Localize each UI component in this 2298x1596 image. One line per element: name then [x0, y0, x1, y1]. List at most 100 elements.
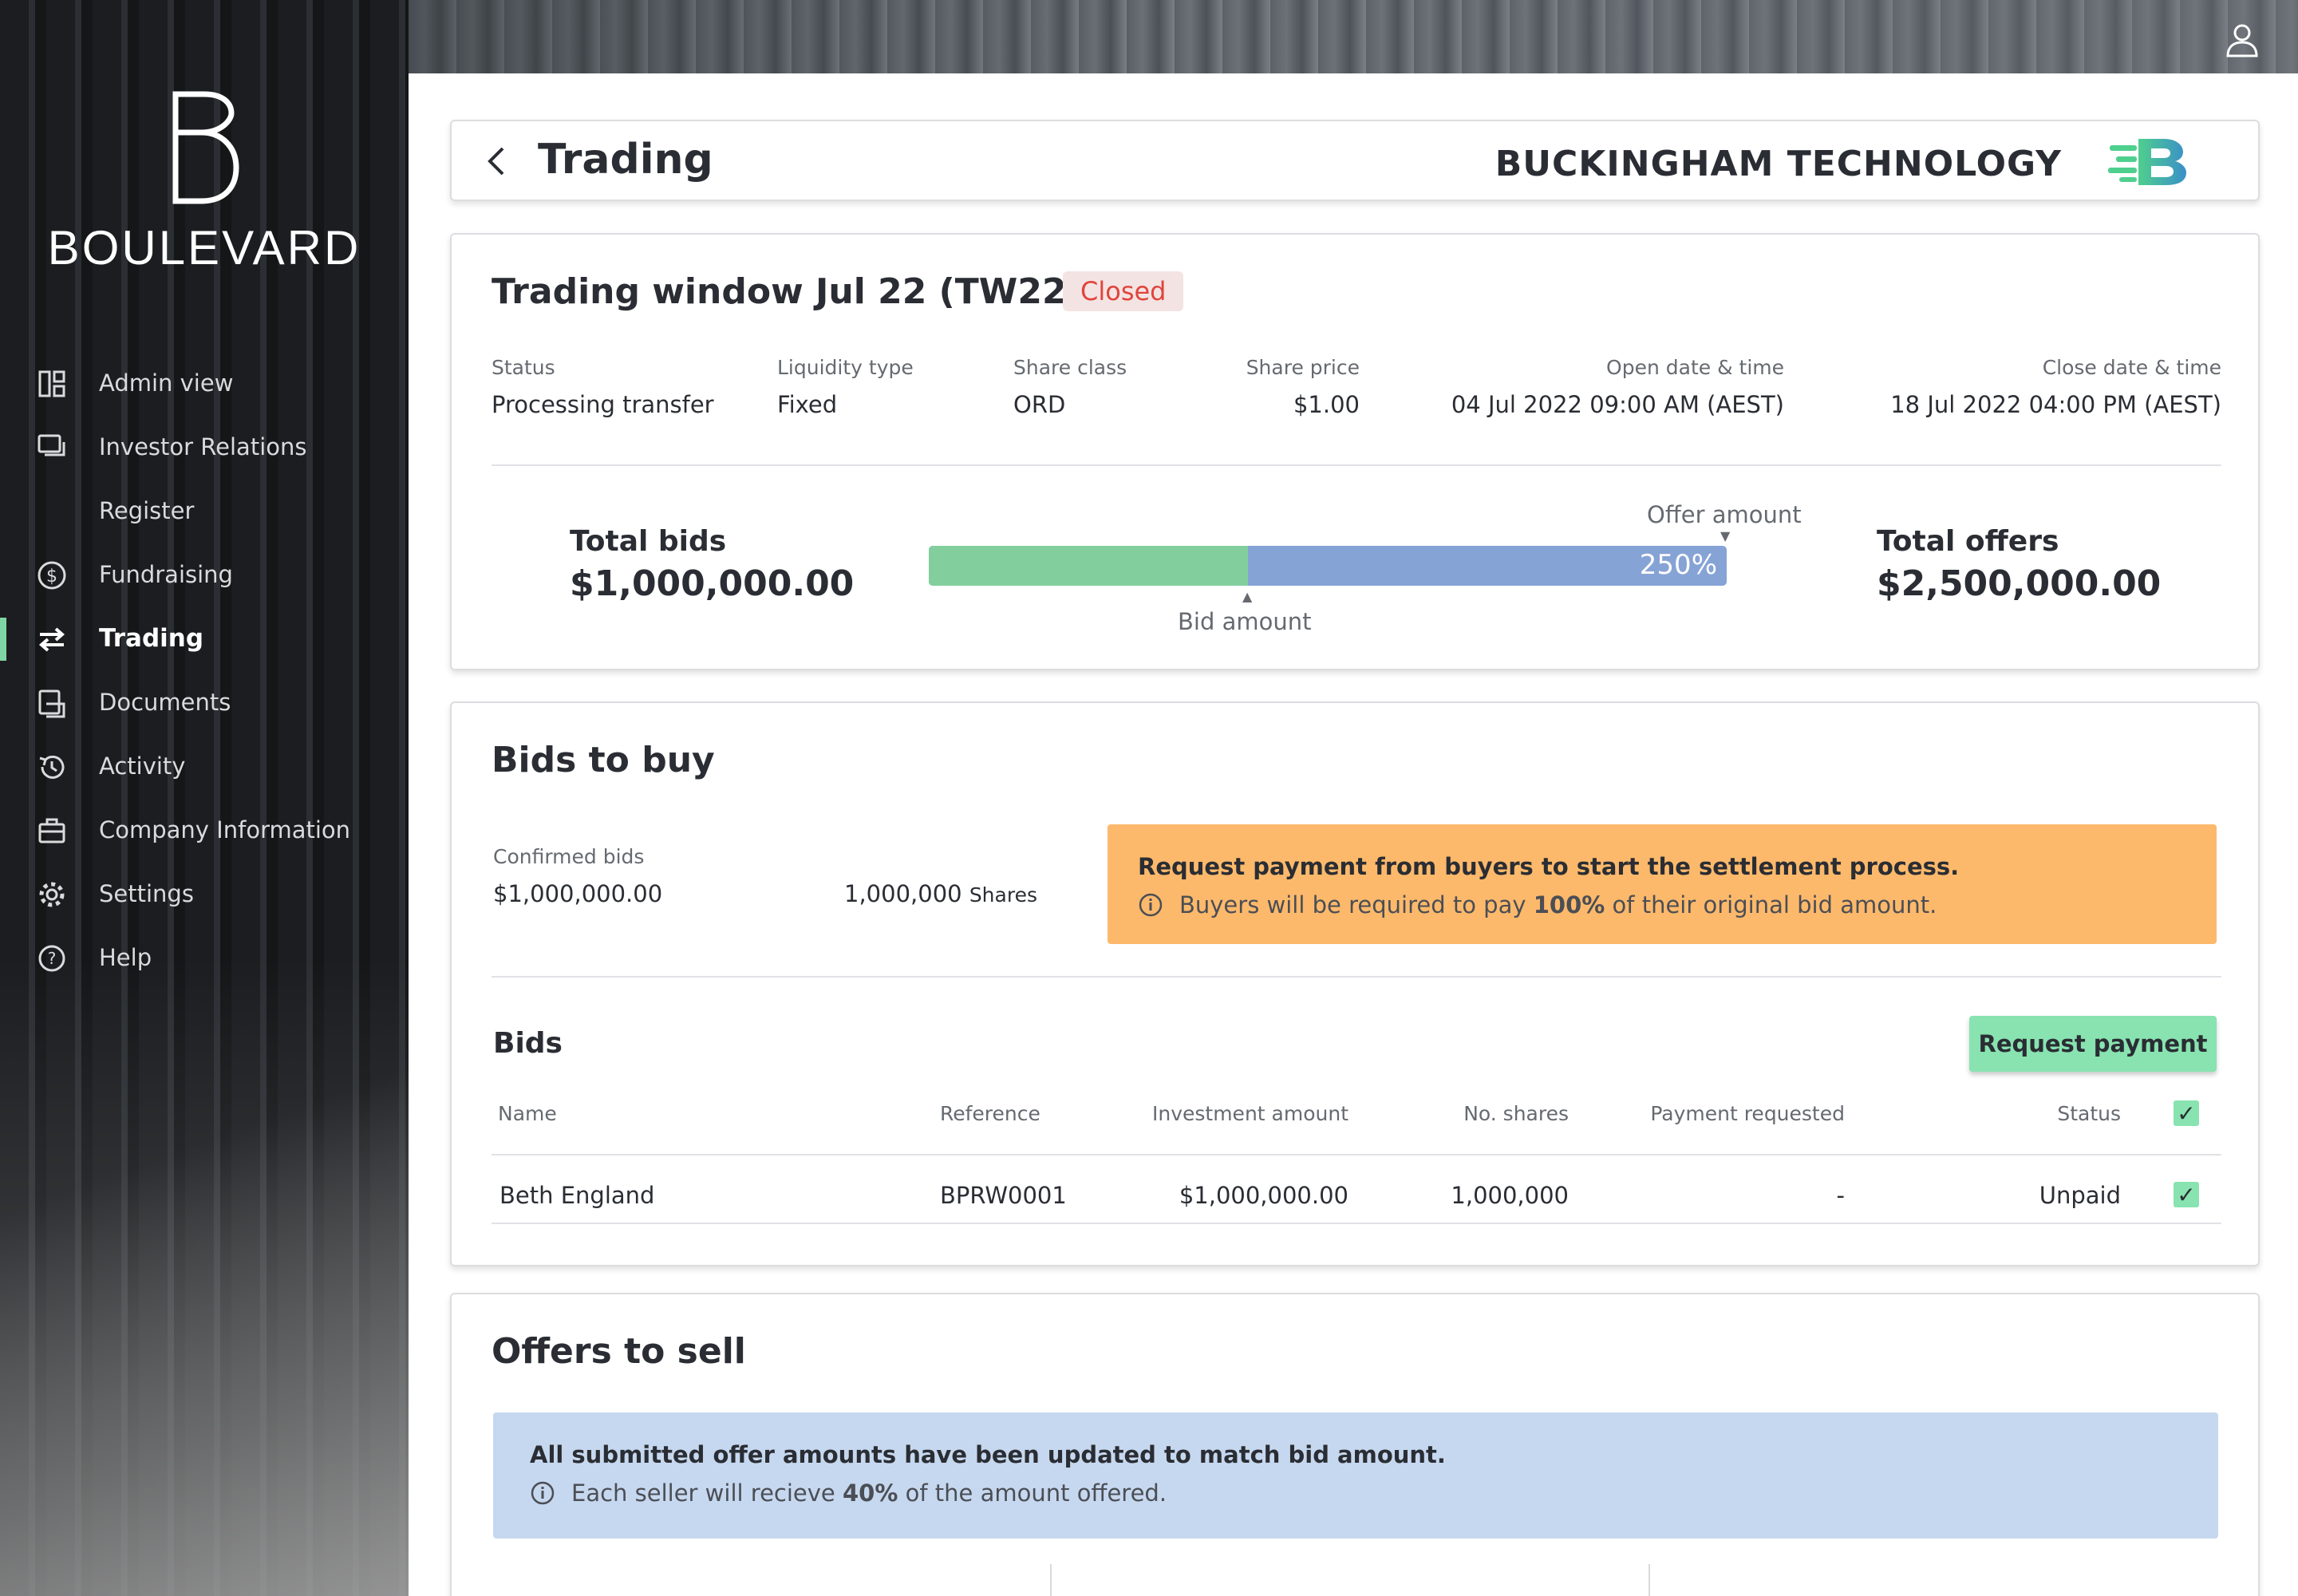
confirmed-shares: 1,000,000 Shares: [844, 880, 1037, 907]
briefcase-icon: [38, 818, 65, 843]
dollar-icon: $: [38, 561, 66, 590]
sidebar-item-activity[interactable]: Activity: [0, 734, 409, 798]
chat-icon: [38, 434, 65, 456]
bid-offer-ratio-bar: 250%: [929, 546, 1727, 586]
request-payment-button[interactable]: Request payment: [1969, 1016, 2217, 1072]
bid-name: Beth England: [499, 1182, 655, 1209]
status-badge: Closed: [1063, 271, 1184, 311]
back-arrow-icon[interactable]: [482, 145, 514, 177]
payment-alert-title: Request payment from buyers to start the…: [1138, 853, 1960, 880]
company-name: BUCKINGHAM TECHNOLOGY: [1494, 144, 2062, 184]
offers-alert-text: Each seller will recieve 40% of the amou…: [571, 1479, 1167, 1507]
offer-amount-label: Offer amount: [1647, 501, 1802, 528]
trading-window-title: Trading window Jul 22 (TW22): [492, 271, 1083, 312]
column-header-status[interactable]: Status: [2057, 1102, 2121, 1125]
close-date-value: 18 Jul 2022 04:00 PM (AEST): [1890, 391, 2221, 418]
info-icon: [1139, 893, 1163, 917]
payment-alert: Request payment from buyers to start the…: [1108, 824, 2217, 944]
alert-text-post: of their original bid amount.: [1605, 891, 1937, 918]
confirmed-shares-value: 1,000,000: [844, 880, 962, 907]
history-icon: [39, 755, 65, 779]
info-icon: [531, 1481, 555, 1505]
offers-alert: All submitted offer amounts have been up…: [493, 1412, 2218, 1539]
share-price-value: $1.00: [1293, 391, 1360, 418]
column-divider: [1648, 1564, 1650, 1596]
divider: [492, 1154, 2221, 1156]
confirmed-bids-label: Confirmed bids: [493, 845, 645, 868]
payment-alert-body: Buyers will be required to pay 100% of t…: [1138, 891, 1937, 918]
offers-to-sell-title: Offers to sell: [492, 1331, 746, 1372]
sidebar-item-investor-relations[interactable]: Investor Relations: [0, 415, 409, 479]
ratio-percent: 250%: [1639, 549, 1717, 581]
offer-marker-icon: ▼: [1720, 528, 1731, 543]
sidebar-item-documents[interactable]: Documents: [0, 670, 409, 734]
column-header-name[interactable]: Name: [498, 1102, 557, 1125]
svg-text:$: $: [46, 567, 57, 587]
column-header-shares[interactable]: No. shares: [1463, 1102, 1569, 1125]
bid-payment-requested: -: [1836, 1182, 1845, 1209]
share-class-label: Share class: [1013, 356, 1127, 379]
sidebar-item-label: Company Information: [99, 816, 351, 843]
sidebar-item-company-information[interactable]: Company Information: [0, 798, 409, 862]
open-date-label: Open date & time: [1606, 356, 1784, 379]
documents-icon: [38, 689, 65, 718]
sidebar-nav: Admin view Investor Relations Register $…: [0, 351, 409, 990]
total-bids-value: $1,000,000.00: [570, 563, 855, 604]
bid-amount-label: Bid amount: [1178, 608, 1312, 635]
sidebar-item-label: Investor Relations: [99, 433, 307, 460]
bid-investment: $1,000,000.00: [1179, 1182, 1348, 1209]
status-value: Processing transfer: [492, 391, 714, 418]
brand-name: BOULEVARD: [47, 221, 361, 275]
column-header-payment-requested[interactable]: Payment requested: [1650, 1102, 1845, 1125]
help-icon: ?: [38, 945, 65, 972]
sidebar-item-label: Help: [99, 944, 152, 971]
bids-heading: Bids: [493, 1027, 563, 1060]
boulevard-logo-icon: [172, 91, 239, 204]
share-class-value: ORD: [1013, 391, 1066, 418]
alert-text-bold: 40%: [843, 1479, 898, 1507]
alert-text-bold: 100%: [1533, 891, 1605, 918]
brand-logo[interactable]: BOULEVARD: [0, 88, 409, 275]
user-profile-icon[interactable]: [2223, 21, 2261, 59]
bid-marker-icon: ▲: [1242, 589, 1253, 604]
sidebar-item-register[interactable]: Register: [0, 479, 409, 543]
column-header-reference[interactable]: Reference: [940, 1102, 1040, 1125]
page-header: Trading BUCKINGHAM TECHNOLOGY: [450, 120, 2260, 201]
column-header-investment[interactable]: Investment amount: [1152, 1102, 1348, 1125]
page-title: Trading: [538, 136, 713, 184]
column-divider: [1050, 1564, 1052, 1596]
share-price-label: Share price: [1246, 356, 1360, 379]
payment-alert-text: Buyers will be required to pay 100% of t…: [1179, 891, 1937, 918]
sidebar-item-label: Trading: [99, 624, 204, 653]
gear-icon: [39, 882, 65, 907]
svg-text:?: ?: [48, 949, 57, 968]
bids-to-buy-card: Bids to buy Confirmed bids $1,000,000.00…: [450, 701, 2260, 1266]
sidebar-item-fundraising[interactable]: $ Fundraising: [0, 543, 409, 606]
sidebar-item-label: Settings: [99, 880, 194, 907]
sidebar-item-settings[interactable]: Settings: [0, 862, 409, 926]
liquidity-type-label: Liquidity type: [777, 356, 914, 379]
sidebar-item-label: Fundraising: [99, 561, 233, 588]
row-checkbox[interactable]: ✓: [2174, 1182, 2199, 1208]
main-content: Trading BUCKINGHAM TECHNOLOGY Trading wi…: [409, 73, 2298, 1596]
bid-shares: 1,000,000: [1451, 1182, 1569, 1209]
sidebar-item-trading[interactable]: Trading: [0, 606, 409, 670]
sidebar-item-admin-view[interactable]: Admin view: [0, 351, 409, 415]
sidebar-item-label: Register: [99, 497, 195, 524]
total-offers-value: $2,500,000.00: [1877, 563, 2162, 604]
open-date-value: 04 Jul 2022 09:00 AM (AEST): [1451, 391, 1784, 418]
alert-text-pre: Each seller will recieve: [571, 1479, 843, 1507]
divider: [492, 976, 2221, 978]
status-label: Status: [492, 356, 555, 379]
alert-text-pre: Buyers will be required to pay: [1179, 891, 1534, 918]
total-offers-label: Total offers: [1877, 525, 2059, 558]
select-all-checkbox[interactable]: ✓: [2174, 1100, 2199, 1127]
sidebar-item-help[interactable]: ? Help: [0, 926, 409, 990]
sidebar-item-label: Admin view: [99, 369, 234, 397]
dashboard-icon: [38, 370, 65, 397]
shares-unit: Shares: [969, 883, 1037, 907]
divider: [492, 464, 2221, 466]
total-bids-label: Total bids: [570, 525, 727, 558]
trading-window-card: Trading window Jul 22 (TW22) Closed Stat…: [450, 233, 2260, 670]
divider: [492, 1223, 2221, 1224]
